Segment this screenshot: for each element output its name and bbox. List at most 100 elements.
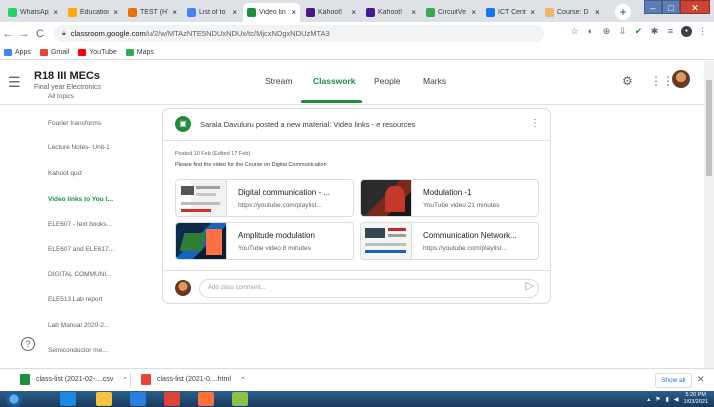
chevron-up-icon[interactable]: ⌃ — [122, 376, 128, 384]
tab-close-icon[interactable]: × — [291, 8, 296, 17]
browser-tab[interactable]: WhatsApp × — [4, 3, 62, 22]
paint-icon[interactable] — [232, 392, 248, 406]
settings-gear-icon[interactable]: ⚙ — [622, 74, 633, 88]
browser-tab[interactable]: ICT Cent × — [482, 3, 539, 22]
tab-favicon-icon — [8, 8, 17, 17]
forward-icon[interactable]: → — [16, 28, 32, 40]
volume-icon[interactable]: ◀︎ — [674, 396, 679, 403]
attachment-card[interactable]: Amplitude modulation YouTube video 8 min… — [175, 222, 354, 260]
account-avatar[interactable] — [672, 70, 690, 88]
tab-close-icon[interactable]: × — [53, 8, 58, 17]
topic-item[interactable]: Kahoot quiz — [48, 170, 82, 177]
extension-icon[interactable]: ⊕ — [601, 26, 612, 37]
star-icon[interactable]: ☆ — [569, 26, 580, 37]
bookmark-gmail[interactable]: Gmail — [39, 48, 70, 56]
google-apps-icon[interactable]: ⋮⋮ — [650, 74, 674, 88]
tab-people[interactable]: People — [374, 76, 400, 86]
tray-arrow-icon[interactable]: ▴ — [647, 396, 650, 403]
close-window-button[interactable]: ✕ — [680, 0, 710, 14]
address-bar[interactable]: 🔒︎ classroom.google.com/u/2/w/MTAzNTE5ND… — [54, 25, 544, 42]
attachment-subtitle: https://youtube.com/playlist... — [423, 245, 507, 252]
tab-close-icon[interactable]: × — [172, 8, 177, 17]
internet-explorer-icon[interactable] — [60, 392, 76, 406]
bookmark-apps[interactable]: Apps — [4, 48, 31, 56]
minimize-button[interactable]: – — [644, 0, 662, 14]
topic-item[interactable]: ELE607 - text books... — [48, 221, 112, 228]
attachment-card[interactable]: Communication Network... https://youtube… — [360, 222, 539, 260]
tab-close-icon[interactable]: × — [471, 8, 476, 17]
class-comment-input[interactable]: Add class comment... — [199, 279, 539, 298]
menu-icon[interactable]: ☰ — [8, 74, 21, 91]
back-icon[interactable]: ← — [0, 28, 16, 40]
topic-item[interactable]: Video links to You t... — [48, 196, 113, 203]
material-card-header[interactable]: ▣ Sarala Davuluru posted a new material:… — [163, 109, 550, 141]
lock-icon: 🔒︎ — [62, 29, 66, 37]
extension-icon[interactable]: ◐ — [585, 26, 596, 37]
browser-tab[interactable]: Video lin × — [243, 3, 300, 22]
tab-title: Kahoot! — [318, 9, 343, 16]
tab-close-icon[interactable]: × — [530, 8, 535, 17]
browser-tab[interactable]: TEST (HT × — [124, 3, 181, 22]
system-tray: ▴ ⚑ ▮ ◀︎ 5:20 PM 1/03/2021 — [647, 392, 708, 406]
attachment-card[interactable]: Modulation -1 YouTube video 21 minutes — [360, 179, 539, 217]
maximize-button[interactable]: □ — [662, 0, 680, 14]
class-name[interactable]: R18 III MECs — [34, 70, 100, 82]
browser-tab[interactable]: CircuitVe × — [422, 3, 480, 22]
taskbar-clock[interactable]: 5:20 PM 1/03/2021 — [684, 392, 708, 406]
tab-close-icon[interactable]: × — [595, 8, 600, 17]
download-item[interactable]: class-list (2021-02-....csv ⌃ — [20, 374, 128, 385]
topic-item[interactable]: DIGITAL COMMUNI... — [48, 271, 112, 278]
topic-item[interactable]: Lab Manual 2020-2... — [48, 322, 109, 329]
help-icon[interactable]: ? — [21, 337, 35, 351]
browser-tab[interactable]: Kahoot! × — [302, 3, 360, 22]
tab-close-icon[interactable]: × — [232, 8, 237, 17]
bookmark-label: Gmail — [50, 48, 70, 56]
browser-tab[interactable]: Course: D × — [541, 3, 611, 22]
file-explorer-icon[interactable] — [96, 392, 112, 406]
windows-taskbar: ▴ ⚑ ▮ ◀︎ 5:20 PM 1/03/2021 — [0, 391, 714, 407]
puzzle-icon[interactable]: ✱ — [649, 26, 660, 37]
topic-item[interactable]: Semiconductor me... — [48, 347, 108, 354]
tab-stream[interactable]: Stream — [265, 76, 292, 86]
attachment-title: Digital communication - ... — [238, 188, 331, 197]
bookmark-youtube[interactable]: YouTube — [78, 48, 117, 56]
browser-tab[interactable]: Kahoot! × — [362, 3, 420, 22]
chrome-menu-icon[interactable]: ⋮ — [697, 26, 708, 37]
tab-favicon-icon — [187, 8, 196, 17]
topic-item[interactable]: All topics — [48, 93, 74, 100]
show-all-button[interactable]: Show all — [655, 373, 692, 388]
browser-tab[interactable]: Education × — [64, 3, 122, 22]
bookmark-maps[interactable]: Maps — [125, 48, 154, 56]
new-tab-button[interactable]: + — [615, 4, 631, 20]
more-options-icon[interactable]: ⋮ — [530, 118, 540, 129]
page-scrollbar-thumb[interactable] — [706, 80, 712, 176]
tab-close-icon[interactable]: × — [113, 8, 118, 17]
topic-item[interactable]: ELE513 Lab report — [48, 296, 103, 303]
tab-close-icon[interactable]: × — [411, 8, 416, 17]
topic-item[interactable]: Fourier transforms — [48, 120, 101, 127]
media-player-icon[interactable] — [130, 392, 146, 406]
send-icon[interactable]: ▷ — [526, 279, 534, 292]
network-icon[interactable]: ▮ — [666, 396, 669, 403]
playlist-icon[interactable]: ≡ — [665, 26, 676, 37]
bookmarks-bar: Apps Gmail YouTube Maps — [0, 45, 714, 60]
material-icon: ▣ — [175, 116, 191, 132]
topic-item[interactable]: ELE607 and ELE617... — [48, 246, 114, 253]
chevron-up-icon[interactable]: ⌃ — [240, 376, 246, 384]
extension-icon[interactable]: ⇩ — [617, 26, 628, 37]
firefox-icon[interactable] — [198, 392, 214, 406]
topic-item[interactable]: Lecture Notes- Unit-1 — [48, 144, 110, 151]
browser-tab[interactable]: List of to × — [183, 3, 241, 22]
profile-avatar-icon[interactable]: ● — [681, 26, 692, 37]
download-item[interactable]: class-list (2021-0....html ⌃ — [141, 374, 246, 385]
tab-classwork[interactable]: Classwork — [313, 76, 356, 86]
reload-icon[interactable]: C — [32, 28, 48, 40]
attachment-card[interactable]: Digital communication - ... https://yout… — [175, 179, 354, 217]
tab-marks[interactable]: Marks — [423, 76, 446, 86]
chrome-icon[interactable] — [164, 392, 180, 406]
tab-close-icon[interactable]: × — [351, 8, 356, 17]
checkmark-icon[interactable]: ✔ — [633, 26, 644, 37]
start-button[interactable] — [6, 391, 22, 407]
close-icon[interactable]: ✕ — [697, 374, 705, 385]
flag-icon[interactable]: ⚑ — [655, 396, 660, 403]
